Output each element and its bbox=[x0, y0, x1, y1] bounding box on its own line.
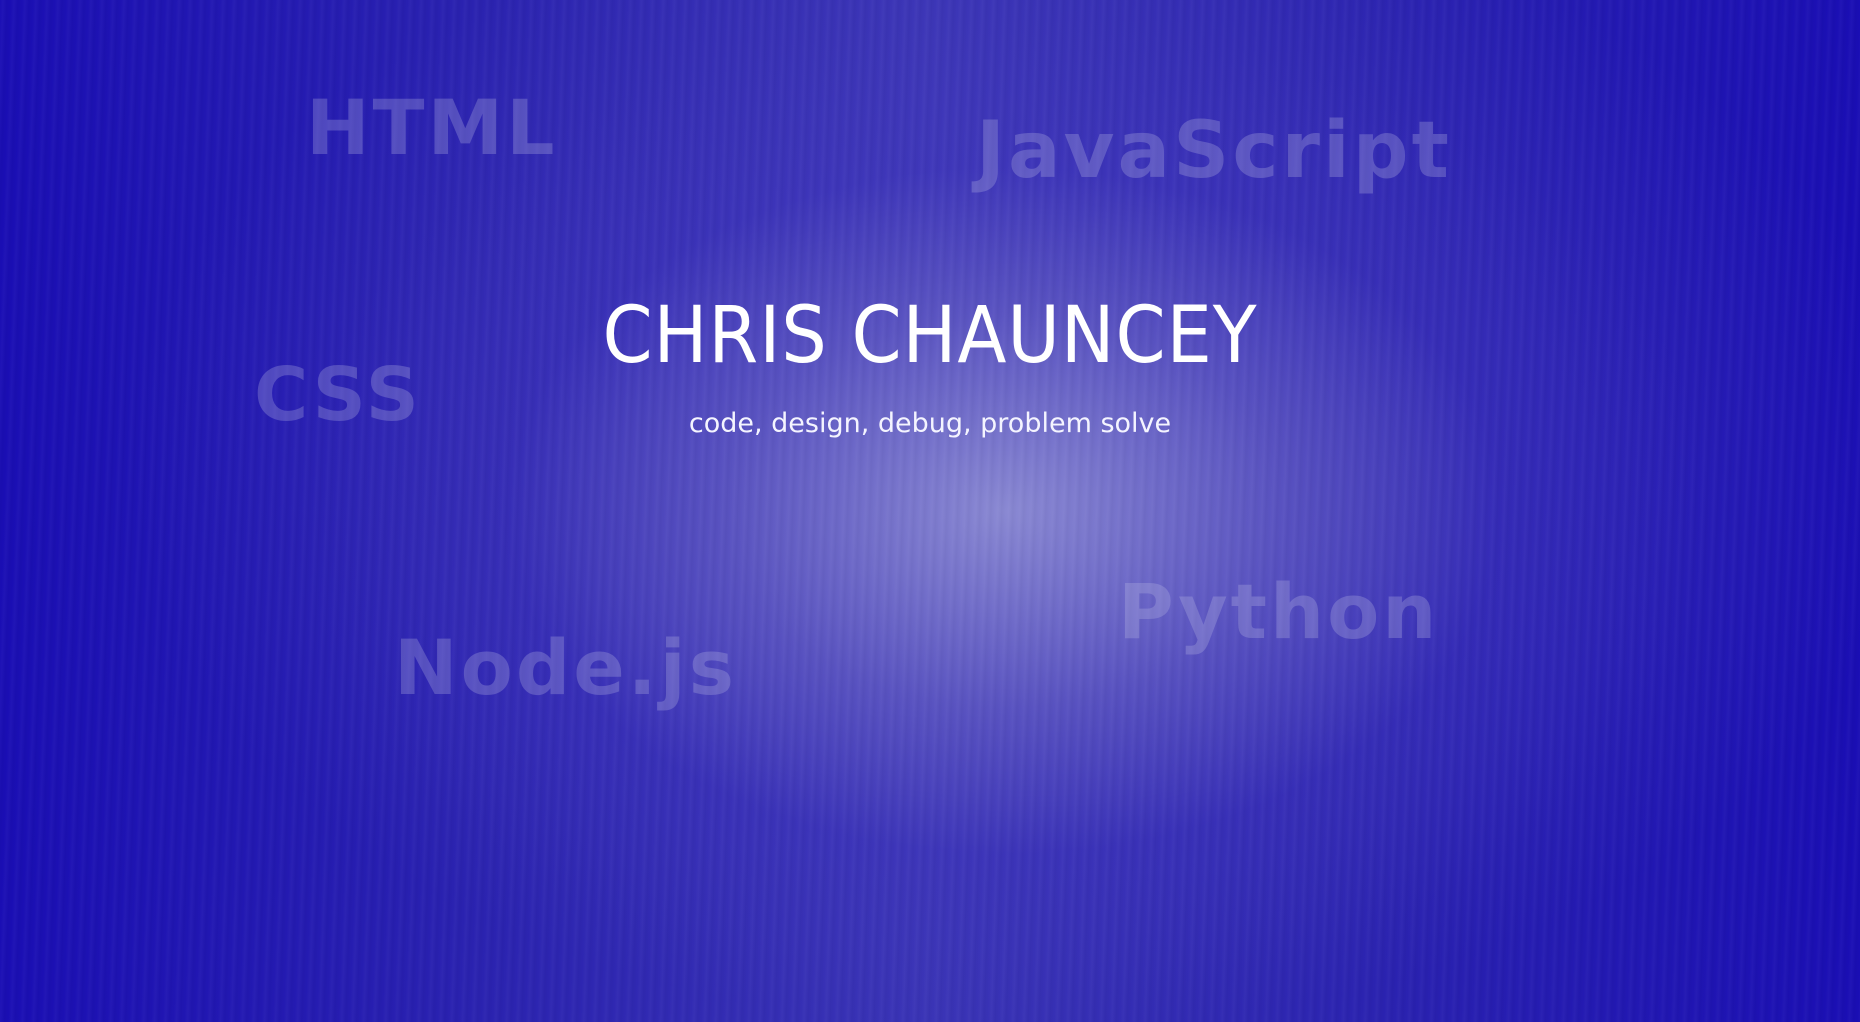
hero-section: CHRIS CHAUNCEY code, design, debug, prob… bbox=[0, 288, 1860, 442]
bg-word-python: Python bbox=[1118, 567, 1440, 656]
bg-word-nodejs: Node.js bbox=[394, 623, 737, 712]
bg-word-javascript: JavaScript bbox=[976, 106, 1452, 196]
hero-name: CHRIS CHAUNCEY bbox=[602, 291, 1258, 381]
hero-tagline: code, design, debug, problem solve bbox=[688, 408, 1172, 439]
bg-word-html: HTML bbox=[306, 83, 558, 172]
background-texture bbox=[0, 0, 1860, 1022]
